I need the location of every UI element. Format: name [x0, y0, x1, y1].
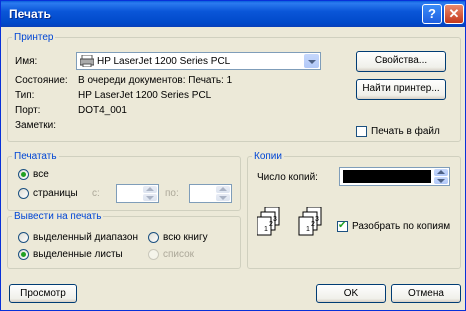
- print-to-file-label: Печать в файл: [371, 126, 440, 137]
- copies-count-input[interactable]: [339, 167, 450, 186]
- copies-count-selection: [343, 170, 431, 183]
- collate-pages-icon: 1 2 3 1 2 3: [256, 206, 327, 247]
- range-from-input[interactable]: [116, 184, 159, 203]
- range-all-radio[interactable]: [18, 169, 29, 180]
- print-list-radio[interactable]: [148, 249, 159, 260]
- printer-name-select[interactable]: HP LaserJet 1200 Series PCL: [76, 52, 321, 70]
- svg-text:1: 1: [306, 226, 310, 233]
- printer-type-value: HP LaserJet 1200 Series PCL: [78, 90, 212, 101]
- print-to-file-checkbox[interactable]: [356, 126, 367, 137]
- range-to-input[interactable]: [189, 184, 232, 203]
- print-active-sheets-radio[interactable]: [18, 249, 29, 260]
- properties-button[interactable]: Свойства...: [356, 51, 446, 72]
- print-selection-label: выделенный диапазон: [33, 232, 138, 243]
- svg-text:1: 1: [264, 226, 268, 233]
- print-entire-book-radio[interactable]: [148, 232, 159, 243]
- spin-down-icon[interactable]: [143, 194, 157, 201]
- print-what-group-label: Вывести на печать: [14, 211, 102, 222]
- svg-text:3: 3: [315, 216, 319, 223]
- range-pages-radio[interactable]: [18, 188, 29, 199]
- range-from-label: с:: [92, 188, 100, 199]
- spin-up-icon[interactable]: [434, 169, 448, 176]
- spin-up-icon[interactable]: [216, 186, 230, 193]
- copies-group-label: Копии: [254, 151, 282, 162]
- spin-down-icon[interactable]: [216, 194, 230, 201]
- print-active-sheets-label: выделенные листы: [33, 249, 123, 260]
- print-selection-radio[interactable]: [18, 232, 29, 243]
- preview-button[interactable]: Просмотр: [9, 284, 77, 303]
- svg-text:3: 3: [273, 216, 277, 223]
- printer-port-label: Порт:: [15, 105, 41, 116]
- range-to-label: по:: [165, 188, 179, 199]
- printer-name-value: HP LaserJet 1200 Series PCL: [97, 56, 231, 67]
- range-pages-label: страницы: [33, 188, 78, 199]
- title-bar: Печать ? ✕: [1, 1, 465, 27]
- cancel-button[interactable]: Отмена: [391, 284, 461, 303]
- find-printer-button[interactable]: Найти принтер...: [356, 79, 446, 100]
- collate-label: Разобрать по копиям: [352, 221, 451, 232]
- spin-down-icon[interactable]: [434, 177, 448, 184]
- printer-status-value: В очереди документов: Печать: 1: [78, 75, 233, 86]
- printer-type-label: Тип:: [15, 90, 35, 101]
- printer-notes-label: Заметки:: [15, 120, 57, 131]
- print-dialog: Печать ? ✕ Принтер Имя: HP LaserJet 1200…: [0, 0, 466, 311]
- copies-count-label: Число копий:: [257, 172, 318, 183]
- spin-up-icon[interactable]: [143, 186, 157, 193]
- print-entire-book-label: всю книгу: [163, 232, 208, 243]
- close-button[interactable]: ✕: [444, 4, 464, 24]
- printer-group-label: Принтер: [14, 32, 54, 43]
- dialog-title: Печать: [9, 7, 51, 21]
- range-all-label: все: [33, 169, 49, 180]
- chevron-down-icon[interactable]: [304, 54, 319, 68]
- print-list-label: список: [163, 249, 195, 260]
- printer-name-label: Имя:: [15, 56, 38, 67]
- printer-port-value: DOT4_001: [78, 105, 127, 116]
- help-button[interactable]: ?: [422, 4, 442, 24]
- printer-icon: [79, 54, 95, 68]
- collate-checkbox[interactable]: [337, 220, 348, 232]
- print-range-group-label: Печатать: [14, 151, 57, 162]
- ok-button[interactable]: OK: [316, 284, 386, 303]
- printer-status-label: Состояние:: [15, 75, 68, 86]
